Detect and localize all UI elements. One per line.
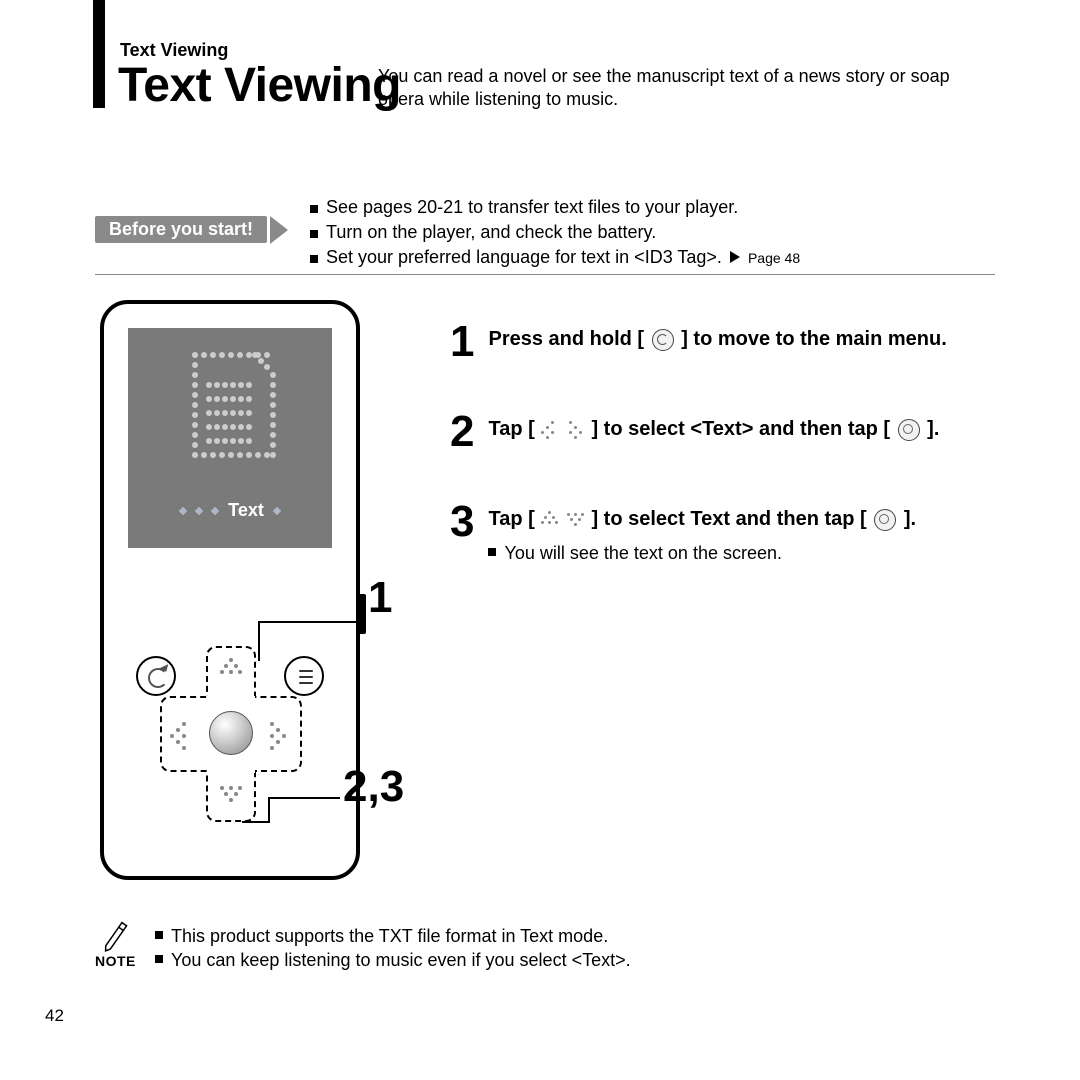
step-number: 2 bbox=[450, 410, 474, 454]
callout-leader-line bbox=[242, 821, 270, 823]
step-2: 2 Tap [ ] to select <Text> and then tap … bbox=[450, 410, 990, 454]
callout-leader-line bbox=[268, 797, 340, 799]
select-button-icon bbox=[209, 711, 253, 755]
note-item: You can keep listening to music even if … bbox=[171, 948, 631, 972]
badge-arrow-icon bbox=[270, 216, 288, 244]
down-arrow-icon bbox=[216, 782, 246, 812]
bullet-icon bbox=[310, 205, 318, 213]
up-arrow-icon bbox=[216, 656, 246, 686]
bullet-icon bbox=[310, 230, 318, 238]
device-screen: /*placeholder so parser keeps div open*/… bbox=[128, 328, 332, 548]
back-button-icon bbox=[136, 656, 176, 696]
device-illustration: /*placeholder so parser keeps div open*/… bbox=[100, 300, 360, 880]
prereq-item: Set your preferred language for text in … bbox=[326, 245, 800, 270]
note-item: This product supports the TXT file forma… bbox=[171, 924, 608, 948]
page-reference: Page 48 bbox=[748, 250, 800, 266]
down-arrow-inline-icon bbox=[567, 511, 585, 529]
prerequisite-list: See pages 20-21 to transfer text files t… bbox=[310, 195, 800, 271]
step-number: 1 bbox=[450, 320, 474, 364]
callout-label-1: 1 bbox=[368, 573, 392, 623]
step-3: 3 Tap [ ] to select Text and then tap [ … bbox=[450, 500, 990, 565]
callout-label-2-3: 2,3 bbox=[343, 762, 404, 812]
before-you-start-badge: Before you start! bbox=[95, 216, 267, 243]
step-text: Tap [ ] to select <Text> and then tap [ … bbox=[488, 410, 939, 454]
bullet-icon bbox=[310, 255, 318, 263]
prereq-item: Turn on the player, and check the batter… bbox=[326, 220, 656, 245]
callout-leader-line bbox=[268, 797, 270, 822]
callout-leader-line bbox=[258, 621, 366, 623]
up-arrow-inline-icon bbox=[541, 511, 559, 529]
note-pen-icon bbox=[98, 918, 133, 953]
bullet-icon bbox=[488, 548, 496, 556]
left-arrow-icon bbox=[168, 720, 198, 750]
prereq-item: See pages 20-21 to transfer text files t… bbox=[326, 195, 738, 220]
left-arrow-inline-icon bbox=[541, 421, 559, 439]
page-ref-arrow-icon bbox=[730, 251, 740, 263]
bullet-icon bbox=[155, 931, 163, 939]
right-arrow-inline-icon bbox=[567, 421, 585, 439]
page-number: 42 bbox=[45, 1006, 64, 1026]
divider bbox=[95, 274, 995, 275]
select-button-inline-icon bbox=[898, 419, 920, 441]
step-text: Press and hold [ ] to move to the main m… bbox=[488, 320, 946, 364]
select-button-inline-icon bbox=[874, 509, 896, 531]
back-button-inline-icon bbox=[652, 329, 674, 351]
page-title: Text Viewing bbox=[118, 58, 401, 113]
step-list: 1 Press and hold [ ] to move to the main… bbox=[450, 320, 990, 611]
note-list: This product supports the TXT file forma… bbox=[155, 924, 631, 973]
step-1: 1 Press and hold [ ] to move to the main… bbox=[450, 320, 990, 364]
menu-button-icon bbox=[284, 656, 324, 696]
screen-mode-label: Text bbox=[128, 500, 332, 521]
callout-leader-line bbox=[258, 621, 260, 661]
step-sub-bullet: You will see the text on the screen. bbox=[488, 542, 916, 565]
intro-text: You can read a novel or see the manuscri… bbox=[378, 65, 998, 112]
note-label: NOTE bbox=[95, 953, 136, 969]
text-file-icon: /*placeholder so parser keeps div open*/ bbox=[192, 352, 270, 452]
side-button-icon bbox=[358, 594, 366, 634]
step-text: Tap [ ] to select Text and then tap [ ].… bbox=[488, 500, 916, 565]
bullet-icon bbox=[155, 955, 163, 963]
note-badge: NOTE bbox=[95, 920, 136, 969]
section-indicator-bar bbox=[93, 0, 105, 108]
right-arrow-icon bbox=[266, 720, 296, 750]
step-number: 3 bbox=[450, 500, 474, 565]
